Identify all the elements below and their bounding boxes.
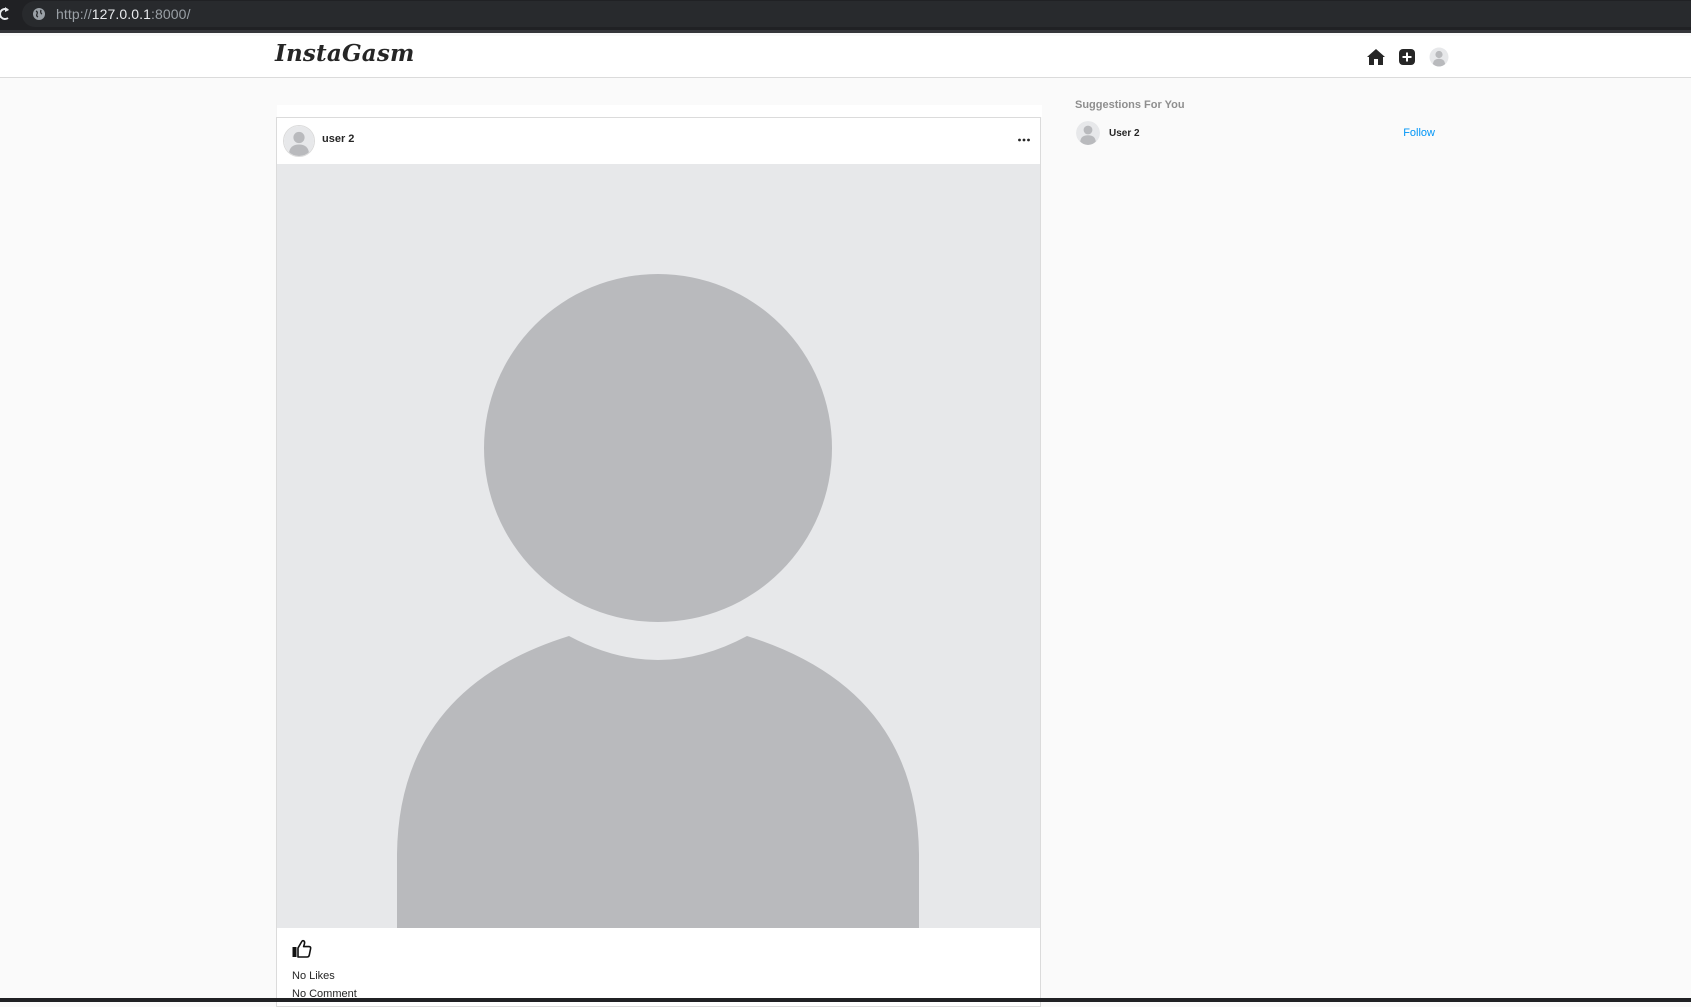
app-logo[interactable]: InstaGasm (275, 40, 415, 67)
avatar-placeholder-icon (284, 126, 314, 156)
post-author-avatar[interactable] (283, 125, 315, 157)
window-bottom-edge (0, 998, 1691, 1002)
url-scheme: http:// (56, 6, 92, 22)
suggestion-avatar[interactable] (1076, 121, 1100, 145)
suggestion-username[interactable]: User 2 (1109, 128, 1140, 139)
suggestions-panel: Suggestions For You User 2 Follow (1075, 99, 1437, 145)
home-icon[interactable] (1366, 47, 1386, 67)
post-card: user 2 No Likes No Comment (276, 105, 1042, 1007)
avatar-placeholder-icon (1076, 121, 1100, 145)
browser-toolbar: http://127.0.0.1:8000/ (0, 0, 1691, 33)
follow-button[interactable]: Follow (1403, 127, 1435, 139)
address-bar[interactable] (22, 1, 1691, 27)
app-header: InstaGasm (0, 36, 1691, 78)
suggestion-item: User 2 Follow (1075, 120, 1437, 148)
post-username[interactable]: user 2 (322, 133, 354, 145)
feed-area: user 2 No Likes No Comment Suggestions F… (0, 78, 1691, 1007)
thumbs-up-icon[interactable] (291, 938, 313, 960)
site-info-icon[interactable] (32, 7, 46, 21)
reload-icon[interactable] (0, 6, 10, 22)
post-header: user 2 (277, 118, 1040, 164)
suggestions-title: Suggestions For You (1075, 99, 1185, 111)
post-card-top-strip (277, 105, 1042, 117)
likes-count[interactable]: No Likes (292, 970, 335, 982)
add-post-icon[interactable] (1397, 47, 1417, 67)
toolbar-divider (0, 30, 1691, 33)
user-placeholder-image (277, 164, 1040, 928)
url-port-path: :8000/ (151, 6, 191, 22)
post-actions: No Likes No Comment (277, 928, 1040, 1006)
ellipsis-icon[interactable] (1016, 132, 1032, 148)
profile-avatar-icon[interactable] (1429, 47, 1449, 67)
url-text[interactable]: http://127.0.0.1:8000/ (56, 6, 191, 22)
url-host: 127.0.0.1 (91, 6, 152, 22)
post-image[interactable] (277, 164, 1040, 928)
